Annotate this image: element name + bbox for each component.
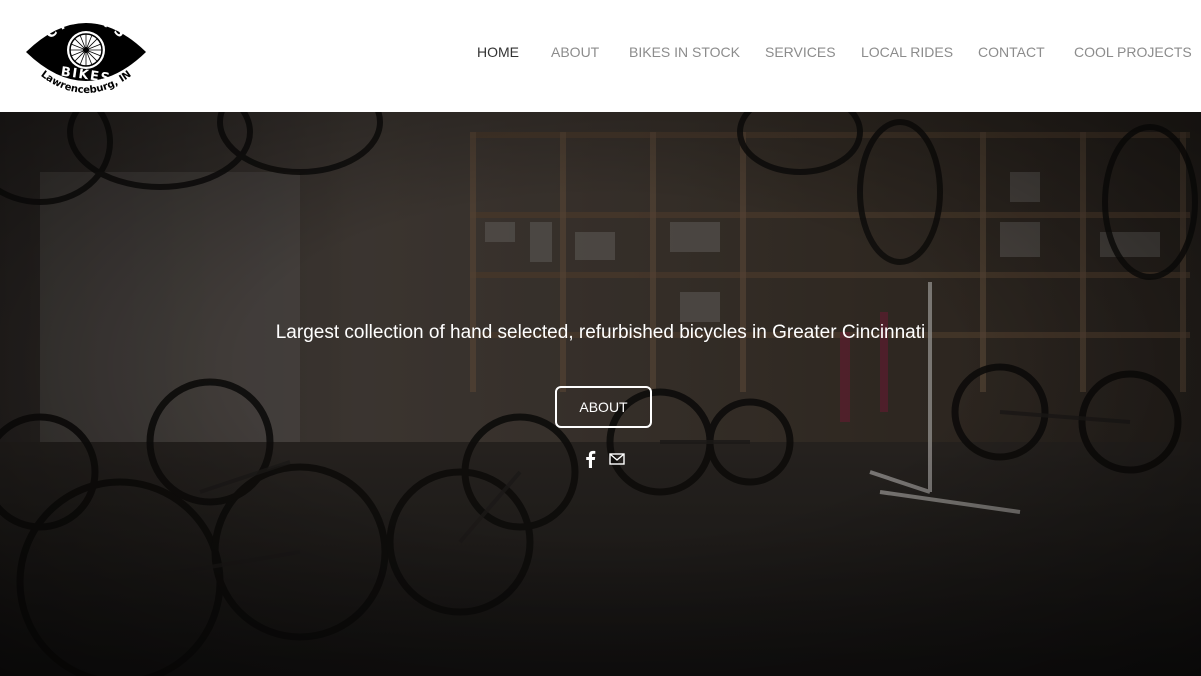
main-nav: HOME ABOUT BIKES IN STOCK SERVICES LOCAL… <box>0 44 1201 62</box>
hero-tagline: Largest collection of hand selected, ref… <box>275 322 926 343</box>
nav-services[interactable]: SERVICES <box>765 44 836 60</box>
about-button[interactable]: ABOUT <box>555 386 652 428</box>
nav-cool-projects[interactable]: COOL PROJECTS <box>1074 44 1192 60</box>
site-header: CYCLOPS BIKES Lawrenceburg, IN HOME ABOU… <box>0 0 1201 112</box>
nav-local-rides[interactable]: LOCAL RIDES <box>861 44 953 60</box>
nav-bikes-in-stock[interactable]: BIKES IN STOCK <box>629 44 740 60</box>
nav-home[interactable]: HOME <box>477 44 519 60</box>
mail-icon[interactable] <box>608 449 626 469</box>
nav-about[interactable]: ABOUT <box>551 44 599 60</box>
nav-contact[interactable]: CONTACT <box>978 44 1045 60</box>
hero-section: Largest collection of hand selected, ref… <box>0 112 1201 676</box>
facebook-icon[interactable] <box>582 449 600 469</box>
